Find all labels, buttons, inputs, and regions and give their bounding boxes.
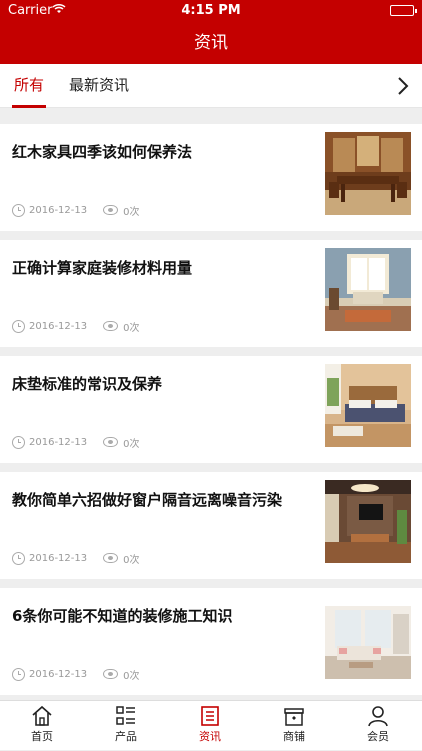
tab-products[interactable]: 产品 bbox=[84, 701, 168, 751]
clock-icon bbox=[12, 551, 25, 565]
eye-icon bbox=[103, 321, 119, 331]
nav-bar: 资讯 bbox=[0, 22, 422, 64]
tab-shops-label: 商铺 bbox=[283, 730, 305, 743]
article-title: 正确计算家庭装修材料用量 bbox=[12, 259, 193, 277]
article-meta: 2016-12-13 0次 bbox=[12, 318, 140, 334]
list-item[interactable]: 床垫标准的常识及保养 2016-12-13 0次 bbox=[0, 356, 422, 463]
article-date: 2016-12-13 bbox=[29, 552, 88, 564]
article-views: 0次 bbox=[123, 322, 140, 334]
tab-products-label: 产品 bbox=[115, 730, 137, 743]
clock-icon bbox=[12, 203, 25, 217]
article-meta: 2016-12-13 0次 bbox=[12, 434, 140, 450]
tab-shops[interactable]: 商铺 bbox=[252, 701, 336, 751]
article-date: 2016-12-13 bbox=[29, 436, 88, 448]
tab-member-label: 会员 bbox=[367, 730, 389, 743]
tab-member[interactable]: 会员 bbox=[336, 701, 420, 751]
article-meta: 2016-12-13 0次 bbox=[12, 666, 140, 682]
article-date: 2016-12-13 bbox=[29, 668, 88, 680]
article-title: 6条你可能不知道的装修施工知识 bbox=[12, 607, 233, 625]
user-icon bbox=[367, 705, 389, 727]
article-date: 2016-12-13 bbox=[29, 204, 88, 216]
article-meta: 2016-12-13 0次 bbox=[12, 202, 140, 218]
article-title: 床垫标准的常识及保养 bbox=[12, 375, 163, 393]
status-bar: Carrier 4:15 PM bbox=[0, 0, 422, 22]
category-tabs: 所有 最新资讯 bbox=[0, 64, 422, 108]
article-views: 0次 bbox=[123, 670, 140, 682]
tab-latest-news[interactable]: 最新资讯 bbox=[69, 64, 129, 108]
home-icon bbox=[31, 705, 53, 727]
dining-room-photo bbox=[325, 132, 411, 215]
clock-icon bbox=[12, 667, 25, 681]
clock-icon bbox=[12, 435, 25, 449]
eye-icon bbox=[103, 437, 119, 447]
eye-icon bbox=[103, 669, 119, 679]
living-room-photo bbox=[325, 248, 411, 331]
clock-icon bbox=[12, 319, 25, 333]
eye-icon bbox=[103, 205, 119, 215]
tab-news[interactable]: 资讯 bbox=[168, 701, 252, 751]
article-views: 0次 bbox=[123, 554, 140, 566]
bedroom-photo bbox=[325, 364, 411, 447]
chevron-right-icon[interactable] bbox=[392, 64, 414, 108]
eye-icon bbox=[103, 553, 119, 563]
page-title: 资讯 bbox=[194, 33, 228, 53]
news-icon bbox=[199, 705, 221, 727]
tab-news-label: 资讯 bbox=[199, 730, 221, 743]
tab-home[interactable]: 首页 bbox=[0, 701, 84, 751]
battery-icon bbox=[390, 5, 417, 16]
bottom-tab-bar: 首页 产品 资讯 商铺 会员 bbox=[0, 700, 422, 750]
article-views: 0次 bbox=[123, 206, 140, 218]
article-meta: 2016-12-13 0次 bbox=[12, 550, 140, 566]
article-views: 0次 bbox=[123, 438, 140, 450]
article-title: 红木家具四季该如何保养法 bbox=[12, 143, 193, 161]
white-living-room-photo bbox=[325, 596, 411, 679]
list-item[interactable]: 教你简单六招做好窗户隔音远离噪音污染 2016-12-13 0次 bbox=[0, 472, 422, 579]
list-item[interactable]: 正确计算家庭装修材料用量 2016-12-13 0次 bbox=[0, 240, 422, 347]
tv-room-photo bbox=[325, 480, 411, 563]
tab-home-label: 首页 bbox=[31, 730, 53, 743]
shop-icon bbox=[283, 705, 305, 727]
tab-all[interactable]: 所有 bbox=[11, 64, 47, 108]
list-item[interactable]: 红木家具四季该如何保养法 2016-12-13 0次 bbox=[0, 124, 422, 231]
list-item[interactable]: 6条你可能不知道的装修施工知识 2016-12-13 0次 bbox=[0, 588, 422, 695]
article-title: 教你简单六招做好窗户隔音远离噪音污染 bbox=[12, 491, 283, 509]
grid-list-icon bbox=[115, 705, 137, 727]
article-date: 2016-12-13 bbox=[29, 320, 88, 332]
clock-time: 4:15 PM bbox=[181, 3, 241, 18]
